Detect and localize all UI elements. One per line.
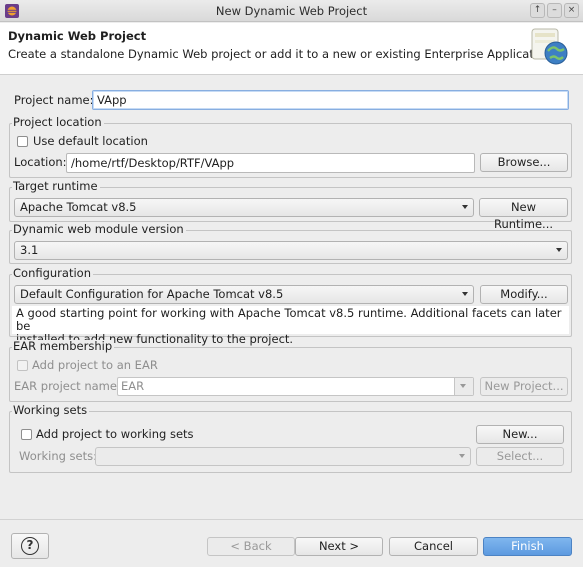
chevron-down-icon [556, 248, 562, 252]
next-button[interactable]: Next > [295, 537, 383, 556]
add-to-working-sets-label: Add project to working sets [36, 427, 194, 441]
page-description: Create a standalone Dynamic Web project … [8, 47, 556, 61]
window-titlebar[interactable]: New Dynamic Web Project ↑ – × [0, 0, 583, 22]
select-working-sets-button[interactable]: Select... [476, 447, 564, 466]
project-name-label: Project name: [14, 93, 94, 107]
module-version-group-label: Dynamic web module version [12, 222, 186, 236]
help-button[interactable]: ? [11, 533, 49, 559]
ear-project-name-label: EAR project name: [14, 379, 121, 393]
target-runtime-group-label: Target runtime [12, 179, 100, 193]
chevron-down-icon [454, 378, 473, 395]
project-location-group-label: Project location [12, 115, 104, 129]
working-sets-dropdown[interactable] [95, 447, 471, 466]
module-version-selected: 3.1 [20, 243, 39, 257]
add-to-working-sets-checkbox[interactable] [21, 429, 32, 440]
page-title: Dynamic Web Project [8, 29, 147, 43]
help-icon: ? [21, 537, 39, 555]
web-project-globe-icon [531, 28, 568, 65]
new-runtime-button[interactable]: New Runtime... [479, 198, 568, 231]
configuration-selected: Default Configuration for Apache Tomcat … [20, 287, 284, 301]
ear-project-name-combo[interactable]: EAR [117, 377, 474, 396]
browse-button[interactable]: Browse... [480, 153, 568, 172]
new-working-set-button[interactable]: New... [476, 425, 564, 444]
add-to-ear-label: Add project to an EAR [32, 358, 158, 372]
chevron-down-icon [462, 292, 468, 296]
new-project-button[interactable]: New Project... [480, 377, 568, 396]
target-runtime-selected: Apache Tomcat v8.5 [20, 200, 137, 214]
configuration-group-label: Configuration [12, 266, 93, 280]
configuration-description-line1: A good starting point for working with A… [16, 306, 562, 333]
location-input[interactable]: /home/rtf/Desktop/RTF/VApp [66, 153, 475, 173]
back-button[interactable]: < Back [207, 537, 295, 556]
project-name-input[interactable]: VApp [92, 90, 569, 110]
location-label: Location: [14, 155, 67, 169]
maximize-button[interactable]: ↑ [530, 3, 545, 18]
working-sets-label: Working sets: [19, 449, 98, 463]
use-default-location-checkbox[interactable] [17, 136, 28, 147]
ear-membership-group-label: EAR membership [12, 339, 115, 353]
chevron-down-icon [459, 454, 465, 458]
working-sets-group-label: Working sets [12, 403, 90, 417]
target-runtime-dropdown[interactable]: Apache Tomcat v8.5 [14, 198, 474, 217]
close-button[interactable]: × [564, 3, 579, 18]
wizard-banner: Dynamic Web Project Create a standalone … [0, 23, 583, 75]
add-to-ear-checkbox[interactable] [17, 360, 28, 371]
minimize-button[interactable]: – [547, 3, 562, 18]
finish-button[interactable]: Finish [483, 537, 572, 556]
configuration-dropdown[interactable]: Default Configuration for Apache Tomcat … [14, 285, 474, 304]
use-default-location-label: Use default location [33, 134, 148, 148]
modify-button[interactable]: Modify... [480, 285, 568, 304]
configuration-description: A good starting point for working with A… [12, 306, 569, 346]
chevron-down-icon [462, 205, 468, 209]
footer-separator [0, 519, 583, 520]
ear-project-name-value: EAR [121, 379, 145, 393]
window-title: New Dynamic Web Project [215, 4, 368, 18]
module-version-dropdown[interactable]: 3.1 [14, 241, 568, 260]
cancel-button[interactable]: Cancel [389, 537, 478, 556]
